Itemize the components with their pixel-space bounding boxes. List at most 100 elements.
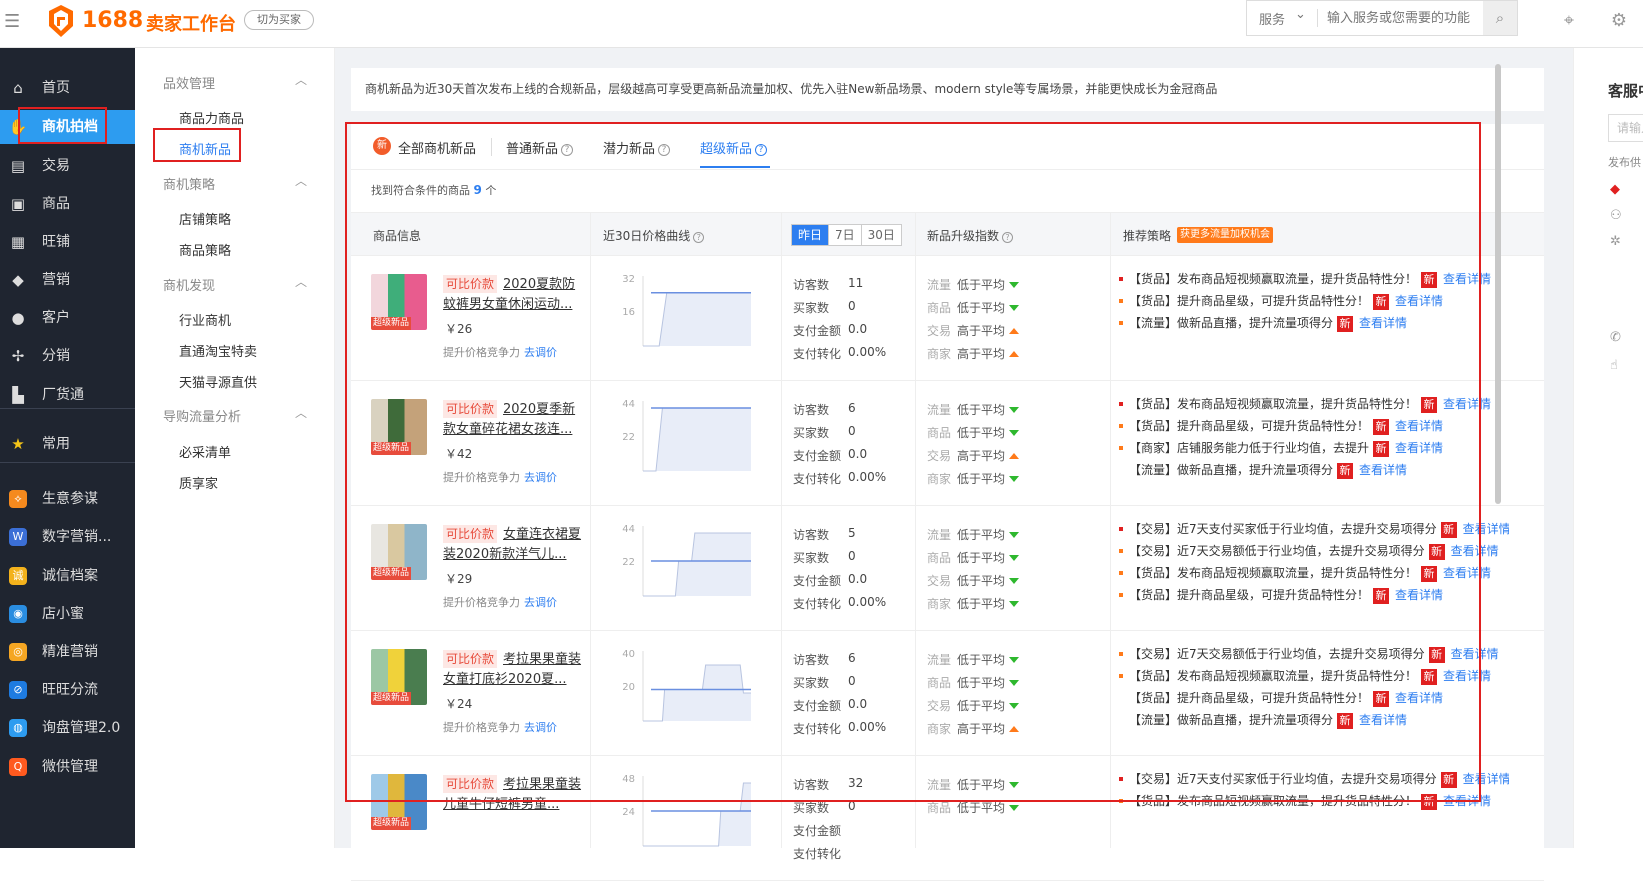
search-input[interactable]: [1327, 7, 1479, 29]
brand-subtitle: 卖家工作台: [146, 14, 236, 35]
sidebar-item-label: 询盘管理2.0: [42, 720, 121, 736]
sidebar-item[interactable]: 诚诚信档案: [0, 559, 135, 593]
customer-service-pane: 客服中心 请输入 发布供 ◆ ⚇ ✲ ✆ ☝: [1573, 48, 1643, 848]
robot-app-icon: ◉: [9, 605, 27, 623]
sidebar-item-label: 营销: [42, 272, 70, 288]
sidebar-item-label: 数字营销...: [42, 529, 112, 545]
brand-name: 1688: [82, 8, 144, 33]
sidebar-item[interactable]: ✢ 分销: [0, 339, 135, 373]
nav-group-title[interactable]: 品效管理: [163, 73, 215, 92]
user-icon: ●: [11, 309, 25, 327]
index-value-text: 低于平均: [957, 801, 1006, 815]
service-subtitle: 发布供: [1608, 156, 1641, 169]
compass-app-icon: ⟡: [9, 490, 27, 508]
nav-sub-item[interactable]: 行业商机: [179, 310, 231, 329]
nav-sub-item[interactable]: 店铺策略: [179, 209, 231, 228]
y-tick-mid: 24: [622, 807, 635, 818]
sidebar-item-label: 微供管理: [42, 759, 98, 775]
receipt-icon: ▤: [10, 157, 26, 175]
sidebar-item[interactable]: ⊘ 旺旺分流: [0, 673, 135, 707]
nav-group-title[interactable]: 导购流量分析: [163, 406, 241, 425]
sidebar-item[interactable]: W 数字营销...: [0, 520, 135, 554]
1688-logo-icon: [49, 5, 73, 37]
home-icon: ⌂: [13, 79, 23, 97]
nav-sub-item[interactable]: 商品力商品: [179, 108, 244, 127]
sidebar-item-label: 旺旺分流: [42, 682, 98, 698]
sidebar-item[interactable]: ▣ 商品: [0, 187, 135, 221]
star-icon: ★: [11, 435, 25, 453]
factory-icon: ▙: [12, 386, 24, 404]
sidebar-item[interactable]: ◍ 询盘管理2.0: [0, 711, 135, 745]
nav-sub-item[interactable]: 直通淘宝特卖: [179, 341, 257, 360]
sidebar-item-label: 店小蜜: [42, 606, 84, 622]
chevron-up-icon[interactable]: ︿: [295, 273, 307, 290]
nav-sub-item[interactable]: 质享家: [179, 473, 218, 492]
sidebar-item-label: 常用: [42, 436, 70, 452]
search-scope-select[interactable]: 服务: [1259, 9, 1285, 28]
service-search-input[interactable]: 请输入: [1608, 114, 1643, 142]
target-app-icon: ◎: [9, 643, 27, 661]
sidebar-item[interactable]: ⟡ 生意参谋: [0, 482, 135, 516]
sidebar-item[interactable]: ◎ 精准营销: [0, 635, 135, 669]
sidebar-item[interactable]: ◆ 营销: [0, 263, 135, 297]
chevron-up-icon[interactable]: ︿: [295, 172, 307, 189]
service-search: 服务 ⌄ ⌕: [1246, 0, 1518, 36]
sidebar-item-label: 精准营销: [42, 644, 98, 660]
secondary-sidebar: 品效管理 ︿ 商品力商品 商机新品 商机策略 ︿ 店铺策略 商品策略 商机发现 ︿ 行业商机 直通淘宝…: [135, 48, 335, 848]
sidebar-item[interactable]: Q 微供管理: [0, 750, 135, 784]
supply-app-icon: Q: [9, 758, 27, 776]
hand-icon[interactable]: ☝: [1610, 358, 1618, 373]
sidebar-item[interactable]: ▤ 交易: [0, 149, 135, 183]
phone-icon[interactable]: ✆: [1610, 330, 1621, 345]
sidebar-item-label: 生意参谋: [42, 491, 98, 507]
arrow-down-icon: [1009, 805, 1020, 811]
primary-sidebar: ⌂ 首页 ✋ 商机拍档 ▤ 交易 ▣ 商品 ▦ 旺铺 ◆ 营销 ● 客户 ✢ 分销 ▙ 厂货通 ★ 常用 ⟡ 生意参谋 W 数…: [0, 48, 135, 848]
sidebar-item[interactable]: ⌂ 首页: [0, 71, 135, 105]
chevron-up-icon[interactable]: ︿: [295, 71, 307, 88]
sidebar-item-label: 诚信档案: [42, 568, 98, 584]
shop-icon[interactable]: ◆: [1610, 182, 1620, 197]
super-new-badge: 超级新品: [371, 817, 412, 830]
search-icon[interactable]: ⌕: [1483, 1, 1517, 35]
box-icon: ▣: [10, 195, 26, 213]
menu-toggle-icon[interactable]: ☰: [4, 11, 20, 32]
sidebar-item-label: 厂货通: [42, 387, 84, 403]
sidebar-item[interactable]: ★ 常用: [0, 427, 135, 461]
nav-group-title[interactable]: 商机策略: [163, 174, 215, 193]
sidebar-item-label: 分销: [42, 348, 70, 364]
highlight-box: [18, 107, 107, 144]
switch-to-buyer-button[interactable]: 切为买家: [244, 10, 314, 30]
distribute-icon: ✢: [11, 347, 25, 365]
nav-sub-item[interactable]: 天猫寻源直供: [179, 372, 257, 391]
sidebar-item-label: 商品: [42, 196, 70, 212]
scroll-thumb[interactable]: [1495, 64, 1501, 504]
sidebar-item[interactable]: ◉ 店小蜜: [0, 597, 135, 631]
digital-app-icon: W: [9, 528, 27, 546]
scrollbar[interactable]: [1493, 56, 1503, 506]
nav-sub-item[interactable]: 必采清单: [179, 442, 231, 461]
inquiry-app-icon: ◍: [9, 719, 27, 737]
nav-sub-item[interactable]: 商品策略: [179, 240, 231, 259]
sidebar-item-label: 首页: [42, 80, 70, 96]
gear-icon[interactable]: ⚙: [1606, 8, 1632, 34]
sidebar-item[interactable]: ▦ 旺铺: [0, 225, 135, 259]
credit-app-icon: 诚: [9, 567, 27, 585]
stat-label: 支付金额: [793, 824, 842, 838]
service-title: 客服中心: [1608, 82, 1643, 100]
top-bar: ☰ 1688 卖家工作台 切为买家 服务 ⌄ ⌕ ⌖ ⚙: [0, 0, 1643, 48]
sidebar-item[interactable]: ● 客户: [0, 301, 135, 335]
user-icon[interactable]: ⚇: [1610, 208, 1622, 223]
chevron-down-icon[interactable]: ⌄: [1295, 7, 1306, 22]
nav-group-title[interactable]: 商机发现: [163, 275, 215, 294]
tag-icon: ◆: [12, 271, 24, 289]
settings-icon[interactable]: ✲: [1610, 234, 1621, 249]
info-notice: 商机新品为近30天首次发布上线的合规新品，层级越高可享受更高新品流量加权、优先入…: [351, 68, 1544, 111]
sidebar-item-label: 交易: [42, 158, 70, 174]
location-pin-icon[interactable]: ⌖: [1556, 8, 1582, 34]
sidebar-item-label: 客户: [42, 310, 70, 326]
chat-app-icon: ⊘: [9, 681, 27, 699]
sidebar-item[interactable]: ▙ 厂货通: [0, 378, 135, 412]
chevron-up-icon[interactable]: ︿: [295, 404, 307, 421]
highlight-box: [153, 128, 241, 162]
highlight-box: [345, 122, 1481, 802]
